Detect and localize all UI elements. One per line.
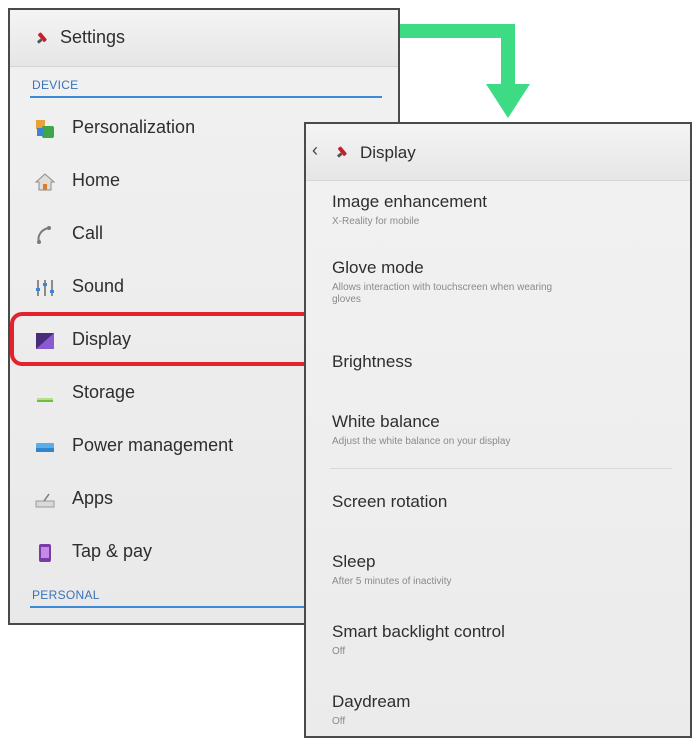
settings-item-label: Storage <box>72 382 136 402</box>
home-icon <box>34 171 56 193</box>
pref-title: White balance <box>332 412 440 431</box>
call-icon <box>34 224 56 246</box>
pref-title: Sleep <box>332 552 376 571</box>
pref-title: Brightness <box>332 352 413 371</box>
display-highlight-box <box>10 312 330 366</box>
pref-smart-backlight-control[interactable]: Smart backlight control Off <box>332 622 672 658</box>
personalization-icon <box>34 118 56 140</box>
settings-wrench-icon <box>334 143 352 161</box>
pref-summary: X-Reality for mobile <box>332 216 420 227</box>
display-action-bar: ‹ Display <box>306 124 690 181</box>
pref-title: Image enhancement <box>332 192 487 211</box>
pref-title: Screen rotation <box>332 492 448 511</box>
settings-item-label: Home <box>72 170 121 190</box>
pref-summary: Off <box>332 716 346 727</box>
pref-summary: Off <box>332 646 346 657</box>
pref-title: Smart backlight control <box>332 622 505 641</box>
pref-daydream[interactable]: Daydream Off <box>332 692 672 728</box>
storage-icon <box>34 383 56 405</box>
settings-item-label: Apps <box>72 488 114 508</box>
pref-summary: Allows interaction with touchscreen when… <box>332 282 553 305</box>
display-title: Display <box>360 143 416 162</box>
pref-title: Daydream <box>332 692 411 711</box>
pref-screen-rotation[interactable]: Screen rotation <box>332 492 672 512</box>
section-label-personal: PERSONAL <box>32 588 100 602</box>
pref-white-balance[interactable]: White balance Adjust the white balance o… <box>332 412 672 448</box>
pref-glove-mode[interactable]: Glove mode Allows interaction with touch… <box>332 258 672 306</box>
pref-image-enhancement[interactable]: Image enhancement X-Reality for mobile <box>332 192 672 228</box>
arrow-down-icon <box>486 84 530 118</box>
tap-pay-icon <box>34 542 56 564</box>
pref-title: Glove mode <box>332 258 424 277</box>
pref-summary: Adjust the white balance on your display <box>332 436 511 447</box>
chevron-left-icon[interactable]: ‹ <box>312 140 318 161</box>
section-label-device: DEVICE <box>32 78 79 92</box>
arrow-connector-vertical <box>501 24 515 90</box>
settings-item-label: Personalization <box>72 117 196 137</box>
apps-icon <box>34 489 56 511</box>
sound-icon <box>34 277 56 299</box>
display-screen: ‹ Display Image enhancement X-Reality fo… <box>304 122 692 738</box>
settings-wrench-icon <box>34 29 52 47</box>
pref-summary: After 5 minutes of inactivity <box>332 576 452 587</box>
arrow-connector-horizontal <box>400 24 515 38</box>
battery-icon <box>34 436 56 458</box>
settings-action-bar: Settings <box>10 10 398 67</box>
settings-title: Settings <box>60 27 126 47</box>
pref-brightness[interactable]: Brightness <box>332 352 672 372</box>
pref-sleep[interactable]: Sleep After 5 minutes of inactivity <box>332 552 672 588</box>
settings-item-label: Sound <box>72 276 125 296</box>
pref-divider <box>330 468 672 469</box>
section-divider-device <box>30 96 382 98</box>
settings-item-label: Call <box>72 223 104 243</box>
settings-item-label: Power management <box>72 435 234 455</box>
settings-item-label: Tap & pay <box>72 541 153 561</box>
